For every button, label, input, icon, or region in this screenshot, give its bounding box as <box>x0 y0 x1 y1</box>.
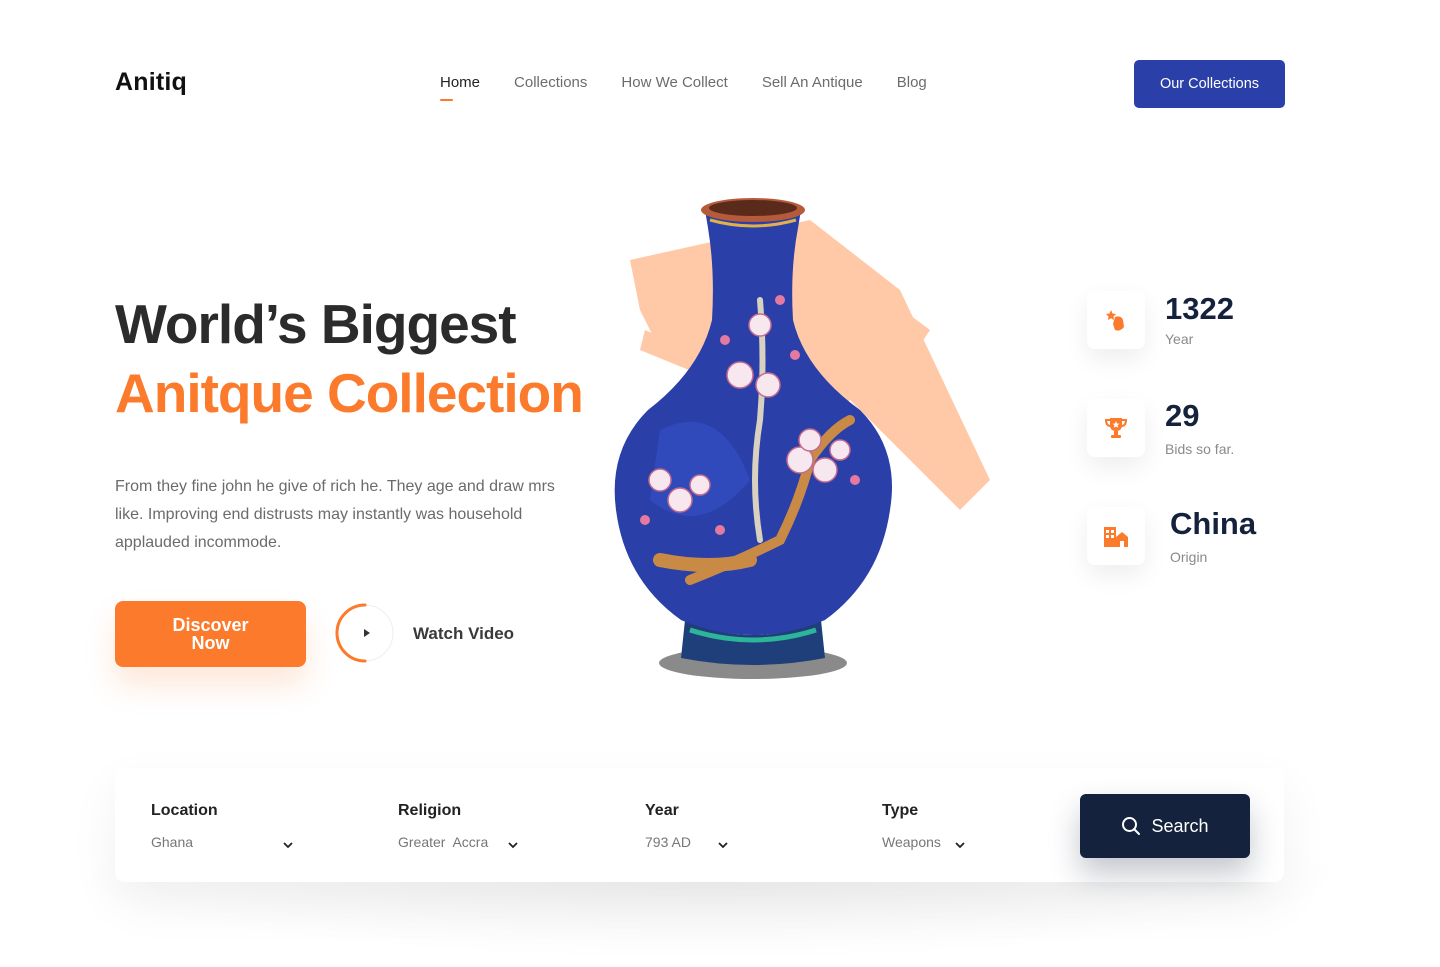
religion-select[interactable]: Greater Accra <box>398 834 488 850</box>
discover-now-button[interactable]: Discover Now <box>115 601 306 667</box>
chevron-down-icon[interactable] <box>283 841 293 849</box>
stat-value-bids: 29 <box>1165 398 1200 433</box>
type-label: Type <box>882 802 919 819</box>
stat-label-bids: Bids so far. <box>1165 441 1235 457</box>
location-select[interactable]: Ghana <box>151 834 193 850</box>
year-label: Year <box>645 802 679 819</box>
stat-icon-bids <box>1087 399 1145 457</box>
stat-label-origin: Origin <box>1170 549 1208 565</box>
nav-item-home[interactable]: Home <box>440 74 480 101</box>
main-nav: Home Collections How We Collect Sell An … <box>440 74 927 101</box>
location-label: Location <box>151 802 218 819</box>
stat-icon-year <box>1087 291 1145 349</box>
chevron-down-icon[interactable] <box>508 841 518 849</box>
search-icon <box>1122 817 1141 835</box>
play-video-button[interactable] <box>333 601 397 665</box>
brand-logo[interactable]: Anitiq <box>115 68 187 97</box>
stat-icon-origin <box>1087 507 1145 565</box>
religion-label: Religion <box>398 802 462 819</box>
year-select[interactable]: 793 AD <box>645 834 691 850</box>
stat-label-year: Year <box>1165 331 1194 347</box>
nav-item-blog[interactable]: Blog <box>897 74 927 101</box>
nav-item-how-we-collect[interactable]: How We Collect <box>621 74 727 101</box>
watch-video-link[interactable]: Watch Video <box>413 624 514 644</box>
search-button[interactable]: Search <box>1080 794 1250 858</box>
our-collections-button[interactable]: Our Collections <box>1134 60 1285 108</box>
type-select[interactable]: Weapons <box>882 834 941 850</box>
stat-value-year: 1322 <box>1165 291 1234 326</box>
hand-star-icon <box>1106 310 1124 331</box>
nav-item-sell-an-antique[interactable]: Sell An Antique <box>762 74 863 101</box>
hero-title-line1: World’s Biggest <box>115 293 517 355</box>
chevron-down-icon[interactable] <box>955 841 965 849</box>
buildings-icon <box>1104 527 1128 547</box>
nav-item-collections[interactable]: Collections <box>514 74 587 101</box>
hero-title-line2: Anitque Collection <box>115 362 584 424</box>
trophy-icon <box>1104 418 1128 438</box>
discover-now-label: Discover Now <box>172 615 249 653</box>
antique-vase-image <box>614 198 990 679</box>
hero-description: From they fine john he give of rich he. … <box>115 478 555 551</box>
chevron-down-icon[interactable] <box>718 841 728 849</box>
stat-value-origin: China <box>1170 506 1257 541</box>
search-button-label: Search <box>1151 815 1209 836</box>
